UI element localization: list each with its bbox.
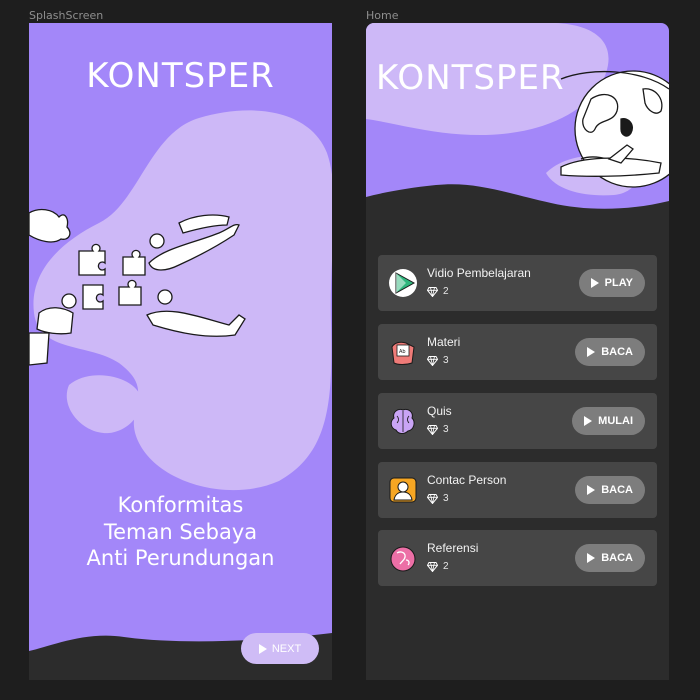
read-button[interactable]: BACA — [575, 544, 645, 572]
play-icon — [587, 347, 596, 357]
menu-card-materi[interactable]: Ab Materi 3 BACA — [378, 324, 657, 380]
action-label: BACA — [601, 346, 633, 358]
splash-tagline: Konformitas Teman Sebaya Anti Perundunga… — [29, 492, 332, 572]
play-icon — [587, 485, 596, 495]
svg-text:Ab: Ab — [399, 349, 406, 355]
person-icon — [388, 475, 418, 505]
splash-screen: KONTSPER Konformitas Teman Sebaya Anti P… — [29, 23, 332, 680]
play-icon — [258, 643, 267, 654]
card-title: Contac Person — [427, 473, 507, 487]
card-title: Quis — [427, 404, 452, 418]
diamond-icon — [427, 424, 438, 435]
menu-card-reference[interactable]: Referensi 2 BACA — [378, 530, 657, 586]
action-label: BACA — [601, 552, 633, 564]
card-meta: 3 — [427, 493, 449, 504]
reference-icon — [388, 543, 418, 573]
card-meta: 3 — [427, 424, 449, 435]
card-count: 3 — [443, 355, 449, 366]
home-screen: KONTSPER Vidio Pembelajaran 2 PLAY Ab Ma… — [366, 23, 669, 680]
diamond-icon — [427, 355, 438, 366]
globe-plane-illustration — [560, 70, 669, 188]
card-meta: 2 — [427, 286, 449, 297]
action-label: PLAY — [604, 277, 633, 289]
tagline-line: Konformitas — [117, 493, 244, 517]
card-count: 3 — [443, 424, 449, 435]
card-meta: 2 — [427, 561, 449, 572]
menu-card-contact[interactable]: Contac Person 3 BACA — [378, 462, 657, 518]
brain-icon — [388, 406, 418, 436]
card-title: Materi — [427, 335, 461, 349]
next-button-label: NEXT — [271, 642, 302, 655]
diamond-icon — [427, 493, 438, 504]
play-icon — [590, 278, 599, 288]
start-button[interactable]: MULAI — [572, 407, 645, 435]
home-title: KONTSPER — [376, 58, 565, 98]
play-icon — [584, 416, 593, 426]
card-count: 3 — [443, 493, 449, 504]
play-icon — [587, 553, 596, 563]
read-button[interactable]: BACA — [575, 476, 645, 504]
frame-label-home: Home — [366, 9, 399, 22]
action-label: MULAI — [598, 415, 633, 427]
card-title: Referensi — [427, 541, 479, 555]
puzzle-people-illustration — [29, 208, 246, 366]
card-title: Vidio Pembelajaran — [427, 266, 531, 280]
menu-card-video[interactable]: Vidio Pembelajaran 2 PLAY — [378, 255, 657, 311]
menu-card-quiz[interactable]: Quis 3 MULAI — [378, 393, 657, 449]
play-button[interactable]: PLAY — [578, 269, 645, 297]
tagline-line: Teman Sebaya — [103, 519, 258, 544]
video-play-icon — [388, 268, 418, 298]
diamond-icon — [427, 286, 438, 297]
splash-title: KONTSPER — [86, 56, 275, 96]
read-button[interactable]: BACA — [575, 338, 645, 366]
tagline-line: Anti Perundungan — [86, 546, 275, 570]
card-count: 2 — [443, 286, 449, 297]
next-button[interactable]: NEXT — [241, 633, 319, 664]
diamond-icon — [427, 561, 438, 572]
action-label: BACA — [601, 484, 633, 496]
card-count: 2 — [443, 561, 449, 572]
card-meta: 3 — [427, 355, 449, 366]
book-icon: Ab — [388, 337, 418, 367]
frame-label-splash: SplashScreen — [29, 9, 104, 22]
